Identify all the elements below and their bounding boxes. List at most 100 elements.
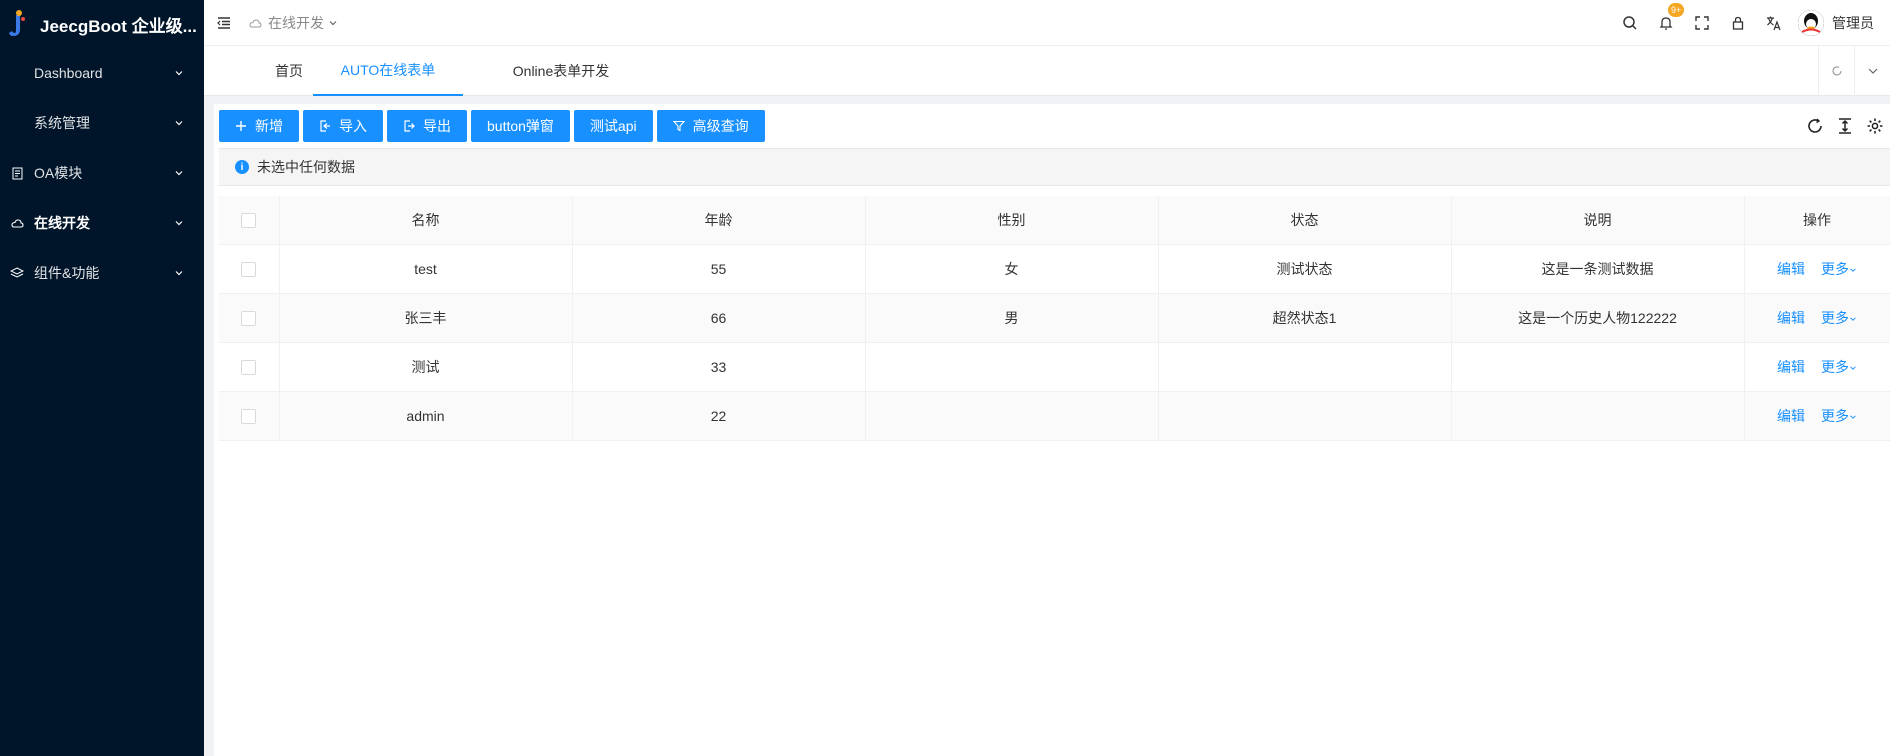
column-header-actions: 操作: [1744, 196, 1890, 245]
refresh-icon: [1831, 66, 1842, 76]
more-link[interactable]: 更多: [1821, 261, 1857, 277]
column-height-icon: [1839, 118, 1851, 134]
test-api-button-label: 测试api: [589, 118, 637, 134]
tab-label: Online表单开发: [512, 63, 610, 79]
table-row: 测试 33 编辑 更多: [219, 342, 1890, 392]
column-settings-button[interactable]: [1860, 111, 1890, 141]
row-checkbox[interactable]: [241, 261, 257, 277]
gear-icon: [1867, 118, 1883, 134]
tab-dropdown-button[interactable]: [1854, 46, 1890, 96]
chevron-down-icon: [1850, 316, 1856, 321]
chevron-down-icon: [329, 20, 337, 25]
chevron-down-icon: [175, 271, 183, 276]
plus-icon: [236, 121, 246, 131]
logo[interactable]: JeecgBoot 企业级...: [0, 0, 204, 48]
chevron-down-icon: [175, 221, 183, 226]
sidebar-item-label: OA模块: [34, 165, 83, 181]
column-header-name[interactable]: 名称: [279, 196, 573, 245]
column-header-age[interactable]: 年龄: [572, 196, 866, 245]
sidebar-item-system[interactable]: 系统管理: [0, 98, 204, 148]
select-all-cell[interactable]: [219, 196, 280, 245]
cell-name: admin: [279, 391, 573, 441]
lock-screen-button[interactable]: [1720, 0, 1756, 46]
cell-status: [1158, 391, 1452, 441]
select-all-checkbox[interactable]: [241, 213, 257, 229]
reload-button[interactable]: [1800, 111, 1830, 141]
sidebar-item-label: 在线开发: [34, 215, 90, 231]
cell-gender: 男: [865, 293, 1159, 343]
cell-actions: 编辑 更多: [1744, 391, 1890, 441]
popup-button-label: button弹窗: [487, 118, 554, 134]
cell-status: [1158, 342, 1452, 392]
sidebar-item-dashboard[interactable]: Dashboard: [0, 48, 204, 98]
more-link[interactable]: 更多: [1821, 408, 1857, 424]
tab-refresh-button[interactable]: [1818, 46, 1854, 96]
column-header-status[interactable]: 状态: [1158, 196, 1452, 245]
tab-label: AUTO在线表单: [340, 62, 436, 78]
density-button[interactable]: [1830, 111, 1860, 141]
test-api-button[interactable]: 测试api: [573, 110, 653, 142]
notification-button[interactable]: 9+: [1648, 0, 1685, 46]
data-table: 名称 年龄 性别 状态 说明 操作 test 55 女 测试状态 这是一条测试数…: [219, 196, 1890, 441]
row-checkbox[interactable]: [241, 359, 257, 375]
column-header-desc[interactable]: 说明: [1451, 196, 1745, 245]
dashboard-icon: [10, 66, 24, 80]
cell-actions: 编辑 更多: [1744, 342, 1890, 392]
cell-age: 33: [572, 342, 866, 392]
edit-link[interactable]: 编辑: [1777, 261, 1805, 277]
sidebar-item-components[interactable]: 组件&功能: [0, 248, 204, 298]
row-checkbox[interactable]: [241, 408, 257, 424]
cloud-icon: [249, 18, 262, 27]
more-link[interactable]: 更多: [1821, 359, 1857, 375]
cell-age: 66: [572, 293, 866, 343]
table-settings: [1800, 104, 1890, 148]
menu-fold-icon[interactable]: [216, 15, 232, 31]
chevron-down-icon: [175, 121, 183, 126]
chevron-down-icon: [175, 71, 183, 76]
user-name: 管理员: [1832, 15, 1874, 31]
user-menu[interactable]: 管理员: [1798, 10, 1874, 36]
edit-link[interactable]: 编辑: [1777, 359, 1805, 375]
reload-icon: [1808, 118, 1822, 133]
cell-desc: 这是一个历史人物122222: [1451, 293, 1745, 343]
layers-icon: [10, 266, 24, 280]
jeecg-logo-icon: [8, 9, 28, 39]
advanced-query-button-label: 高级查询: [692, 118, 749, 134]
app-title: JeecgBoot 企业级...: [40, 16, 197, 36]
cell-gender: [865, 391, 1159, 441]
import-button[interactable]: 导入: [303, 110, 383, 142]
cell-gender: 女: [865, 244, 1159, 294]
export-button[interactable]: 导出: [387, 110, 467, 142]
filter-icon: [672, 120, 685, 132]
edit-link[interactable]: 编辑: [1777, 310, 1805, 326]
cell-actions: 编辑 更多: [1744, 244, 1890, 294]
search-button[interactable]: [1612, 0, 1648, 46]
cell-status: 测试状态: [1158, 244, 1452, 294]
more-link[interactable]: 更多: [1821, 310, 1857, 326]
fullscreen-button[interactable]: [1684, 0, 1720, 46]
edit-link[interactable]: 编辑: [1777, 408, 1805, 424]
more-link-label: 更多: [1821, 407, 1849, 424]
cell-desc: [1451, 342, 1745, 392]
cell-age: 55: [572, 244, 866, 294]
popup-button[interactable]: button弹窗: [471, 110, 570, 142]
language-button[interactable]: [1756, 0, 1792, 46]
add-button[interactable]: 新增: [219, 110, 299, 142]
row-checkbox[interactable]: [241, 310, 257, 326]
tab-online-form-dev[interactable]: Online表单开发: [476, 46, 646, 96]
table-row: test 55 女 测试状态 这是一条测试数据 编辑 更多: [219, 244, 1890, 294]
more-link-label: 更多: [1821, 358, 1849, 375]
breadcrumb-label: 在线开发: [268, 14, 324, 31]
sidebar-item-online-dev[interactable]: 在线开发: [0, 198, 204, 248]
tab-auto-online-form[interactable]: AUTO在线表单: [313, 46, 463, 96]
table-row: admin 22 编辑 更多: [219, 391, 1890, 441]
tab-tools: [1818, 46, 1890, 96]
search-icon: [1623, 16, 1637, 30]
bell-icon: [1659, 17, 1673, 30]
import-icon: [320, 120, 330, 132]
breadcrumb[interactable]: 在线开发: [248, 13, 344, 33]
advanced-query-button[interactable]: 高级查询: [656, 110, 765, 142]
sidebar-item-oa[interactable]: OA模块: [0, 148, 204, 198]
chevron-down-icon: [175, 171, 183, 176]
column-header-gender[interactable]: 性别: [865, 196, 1159, 245]
